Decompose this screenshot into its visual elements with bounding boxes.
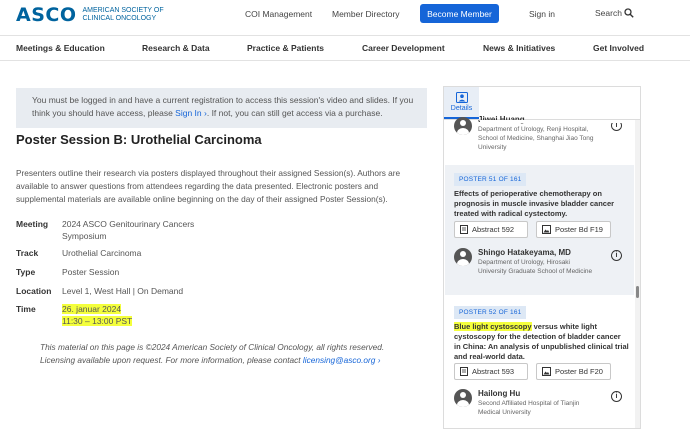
time-value: 26. januar 2024 11:30 – 13:00 PST <box>62 303 222 327</box>
session-time: 11:30 – 13:00 PST <box>62 316 133 326</box>
type-label: Type <box>16 267 36 277</box>
image-icon <box>542 225 551 234</box>
image-icon <box>542 367 551 376</box>
search-button[interactable]: Search <box>595 8 634 18</box>
type-value: Poster Session <box>62 267 120 277</box>
title-highlight: Blue light cystoscopy <box>454 322 532 331</box>
session-date: 26. januar 2024 <box>62 304 122 314</box>
nav-meetings-education[interactable]: Meetings & Education <box>16 43 105 53</box>
track-value: Urothelial Carcinoma <box>62 248 142 258</box>
copyright-note: This material on this page is ©2024 Amer… <box>40 342 385 365</box>
nav-career-development[interactable]: Career Development <box>362 43 445 53</box>
meeting-value: 2024 ASCO Genitourinary Cancers Symposiu… <box>62 219 195 241</box>
info-icon[interactable]: i <box>611 391 622 402</box>
document-icon <box>460 225 468 234</box>
poster-board-chip[interactable]: Poster Bd F20 <box>536 363 611 380</box>
become-member-button[interactable]: Become Member <box>420 4 499 23</box>
author-affiliation: Department of Urology, Renji Hospital, S… <box>478 126 594 151</box>
poster-badge: POSTER 52 OF 161 <box>454 306 527 319</box>
logo-subtitle: AMERICAN SOCIETY OF CLINICAL ONCOLOGY <box>82 7 164 22</box>
search-label: Search <box>595 8 622 18</box>
search-icon <box>624 8 634 18</box>
author-affiliation: Department of Urology, Hirosaki Universi… <box>478 259 593 275</box>
location-value: Level 1, West Hall | On Demand <box>62 286 184 296</box>
main-navigation: Meetings & Education Research & Data Pra… <box>0 35 690 61</box>
page-title: Poster Session B: Urothelial Carcinoma <box>16 132 262 147</box>
top-header: ASCO AMERICAN SOCIETY OF CLINICAL ONCOLO… <box>0 0 690 32</box>
poster-title[interactable]: Blue light cystoscopy versus white light… <box>454 322 629 362</box>
panel-scrollbar[interactable] <box>635 120 640 428</box>
coi-management-link[interactable]: COI Management <box>245 9 312 19</box>
scroll-clip <box>480 120 630 123</box>
abstract-chip[interactable]: Abstract 592 <box>454 221 528 238</box>
session-description: Presenters outline their research via po… <box>16 168 401 204</box>
scrollbar-thumb[interactable] <box>636 286 639 298</box>
author-name: Hailong Hu <box>478 389 521 398</box>
info-icon[interactable]: i <box>611 250 622 261</box>
details-icon <box>455 92 468 103</box>
nav-research-data[interactable]: Research & Data <box>142 43 210 53</box>
sign-in-notice-link[interactable]: Sign In › <box>175 108 207 118</box>
author-avatar <box>454 389 472 407</box>
nav-practice-patients[interactable]: Practice & Patients <box>247 43 324 53</box>
login-notice: You must be logged in and have a current… <box>16 88 427 128</box>
author-name: Shingo Hatakeyama, MD <box>478 248 571 257</box>
tab-details[interactable]: Details <box>444 87 479 119</box>
author-avatar <box>454 248 472 266</box>
time-label: Time <box>16 304 36 314</box>
sign-in-link[interactable]: Sign in <box>529 9 555 19</box>
poster-title[interactable]: Effects of perioperative chemotherapy on… <box>454 189 629 219</box>
author-avatar <box>454 117 472 135</box>
details-tab-label: Details <box>450 105 473 112</box>
asco-logo[interactable]: ASCO AMERICAN SOCIETY OF CLINICAL ONCOLO… <box>16 4 164 26</box>
meeting-label: Meeting <box>16 219 49 229</box>
member-directory-link[interactable]: Member Directory <box>332 9 400 19</box>
licensing-email-link[interactable]: licensing@asco.org › <box>303 355 381 365</box>
nav-get-involved[interactable]: Get Involved <box>593 43 644 53</box>
author-affiliation: Second Affiliated Hospital of Tianjin Me… <box>478 400 580 416</box>
abstract-chip[interactable]: Abstract 593 <box>454 363 528 380</box>
poster-board-chip[interactable]: Poster Bd F19 <box>536 221 611 238</box>
logo-wordmark: ASCO <box>16 4 77 26</box>
nav-news-initiatives[interactable]: News & Initiatives <box>483 43 555 53</box>
location-label: Location <box>16 286 52 296</box>
poster-list-panel: Details Jiwei Huang Department of Urolog… <box>443 86 641 429</box>
track-label: Track <box>16 248 39 258</box>
document-icon <box>460 367 468 376</box>
poster-badge: POSTER 51 OF 161 <box>454 173 527 186</box>
